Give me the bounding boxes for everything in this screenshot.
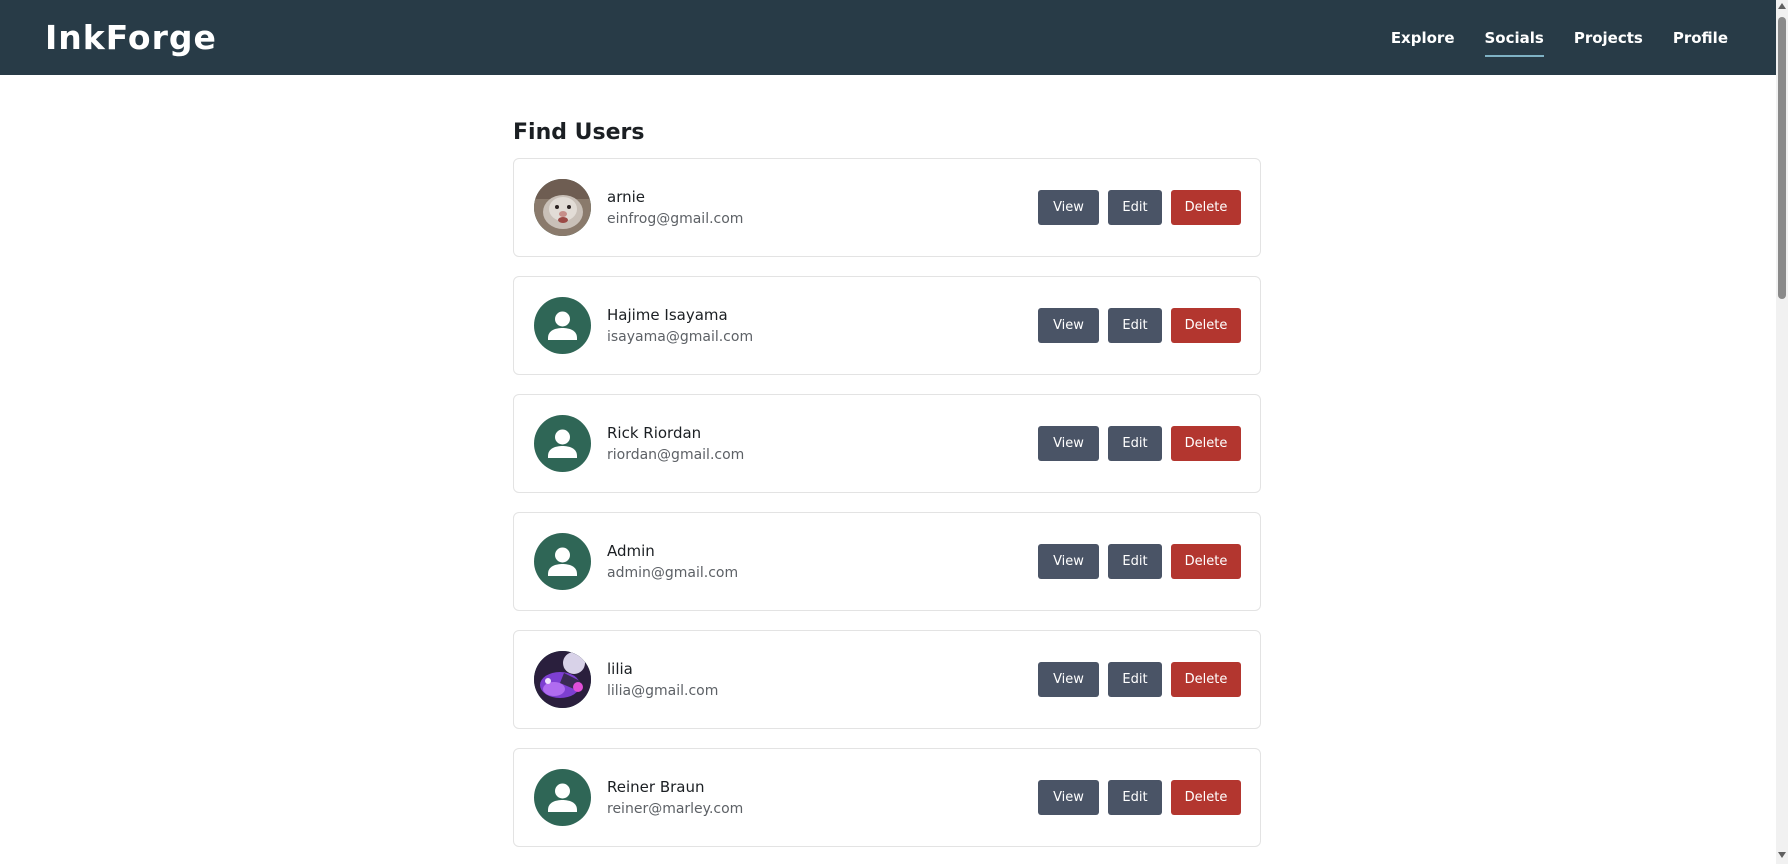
- user-actions: View Edit Delete: [1038, 308, 1241, 343]
- user-summary: Reiner Braun reiner@marley.com: [534, 769, 743, 826]
- avatar: [534, 769, 591, 826]
- user-name: Hajime Isayama: [607, 305, 728, 324]
- user-card: Reiner Braun reiner@marley.com View Edit…: [513, 748, 1261, 847]
- app-logo[interactable]: InkForge: [45, 18, 217, 57]
- view-button[interactable]: View: [1038, 190, 1099, 225]
- main-content: Find Users arnie einfrog@gmail.com View …: [513, 75, 1261, 866]
- user-info: Reiner Braun reiner@marley.com: [607, 776, 743, 820]
- person-icon: [548, 783, 577, 812]
- user-info: lilia lilia@gmail.com: [607, 658, 718, 702]
- user-info: Admin admin@gmail.com: [607, 540, 738, 584]
- avatar: [534, 533, 591, 590]
- user-actions: View Edit Delete: [1038, 780, 1241, 815]
- user-email: einfrog@gmail.com: [607, 210, 744, 227]
- avatar: [534, 651, 591, 708]
- edit-button[interactable]: Edit: [1108, 662, 1162, 697]
- view-button[interactable]: View: [1038, 544, 1099, 579]
- avatar: [534, 415, 591, 472]
- user-name: lilia: [607, 659, 633, 678]
- user-card: Rick Riordan riordan@gmail.com View Edit…: [513, 394, 1261, 493]
- top-navbar: InkForge Explore Socials Projects Profil…: [0, 0, 1776, 75]
- page-title: Find Users: [513, 120, 645, 145]
- user-name: arnie: [607, 187, 645, 206]
- avatar: [534, 297, 591, 354]
- nav-link-profile[interactable]: Profile: [1673, 23, 1728, 53]
- view-button[interactable]: View: [1038, 308, 1099, 343]
- nav-link-socials[interactable]: Socials: [1484, 23, 1545, 57]
- user-actions: View Edit Delete: [1038, 426, 1241, 461]
- user-card: arnie einfrog@gmail.com View Edit Delete: [513, 158, 1261, 257]
- user-list: arnie einfrog@gmail.com View Edit Delete: [513, 158, 1261, 847]
- user-email: isayama@gmail.com: [607, 328, 754, 345]
- view-button[interactable]: View: [1038, 426, 1099, 461]
- vertical-scrollbar[interactable]: [1776, 0, 1788, 864]
- person-icon: [548, 547, 577, 576]
- user-summary: lilia lilia@gmail.com: [534, 651, 718, 708]
- user-email: lilia@gmail.com: [607, 682, 719, 699]
- person-icon: [548, 429, 577, 458]
- edit-button[interactable]: Edit: [1108, 190, 1162, 225]
- user-actions: View Edit Delete: [1038, 190, 1241, 225]
- user-summary: Admin admin@gmail.com: [534, 533, 738, 590]
- user-info: arnie einfrog@gmail.com: [607, 186, 743, 230]
- nav-link-projects[interactable]: Projects: [1574, 23, 1643, 53]
- delete-button[interactable]: Delete: [1171, 780, 1241, 815]
- scroll-up-arrow-icon[interactable]: [1778, 3, 1786, 9]
- user-card: Admin admin@gmail.com View Edit Delete: [513, 512, 1261, 611]
- cat-photo-icon: [534, 179, 591, 236]
- person-icon: [548, 311, 577, 340]
- user-name: Rick Riordan: [607, 423, 702, 442]
- user-summary: Hajime Isayama isayama@gmail.com: [534, 297, 753, 354]
- edit-button[interactable]: Edit: [1108, 426, 1162, 461]
- avatar: [534, 179, 591, 236]
- user-name: Reiner Braun: [607, 777, 705, 796]
- delete-button[interactable]: Delete: [1171, 544, 1241, 579]
- user-card: lilia lilia@gmail.com View Edit Delete: [513, 630, 1261, 729]
- user-card: Hajime Isayama isayama@gmail.com View Ed…: [513, 276, 1261, 375]
- purple-photo-icon: [534, 651, 591, 708]
- user-email: riordan@gmail.com: [607, 446, 745, 463]
- edit-button[interactable]: Edit: [1108, 780, 1162, 815]
- delete-button[interactable]: Delete: [1171, 662, 1241, 697]
- user-info: Rick Riordan riordan@gmail.com: [607, 422, 744, 466]
- edit-button[interactable]: Edit: [1108, 544, 1162, 579]
- view-button[interactable]: View: [1038, 662, 1099, 697]
- delete-button[interactable]: Delete: [1171, 190, 1241, 225]
- user-summary: arnie einfrog@gmail.com: [534, 179, 743, 236]
- user-email: reiner@marley.com: [607, 800, 744, 817]
- scrollbar-thumb[interactable]: [1778, 17, 1786, 299]
- user-actions: View Edit Delete: [1038, 662, 1241, 697]
- user-info: Hajime Isayama isayama@gmail.com: [607, 304, 753, 348]
- delete-button[interactable]: Delete: [1171, 426, 1241, 461]
- user-actions: View Edit Delete: [1038, 544, 1241, 579]
- view-button[interactable]: View: [1038, 780, 1099, 815]
- edit-button[interactable]: Edit: [1108, 308, 1162, 343]
- scroll-down-arrow-icon[interactable]: [1778, 852, 1786, 858]
- delete-button[interactable]: Delete: [1171, 308, 1241, 343]
- nav-links: Explore Socials Projects Profile: [1361, 23, 1728, 57]
- user-name: Admin: [607, 541, 655, 560]
- nav-link-explore[interactable]: Explore: [1391, 23, 1455, 53]
- user-summary: Rick Riordan riordan@gmail.com: [534, 415, 744, 472]
- user-email: admin@gmail.com: [607, 564, 739, 581]
